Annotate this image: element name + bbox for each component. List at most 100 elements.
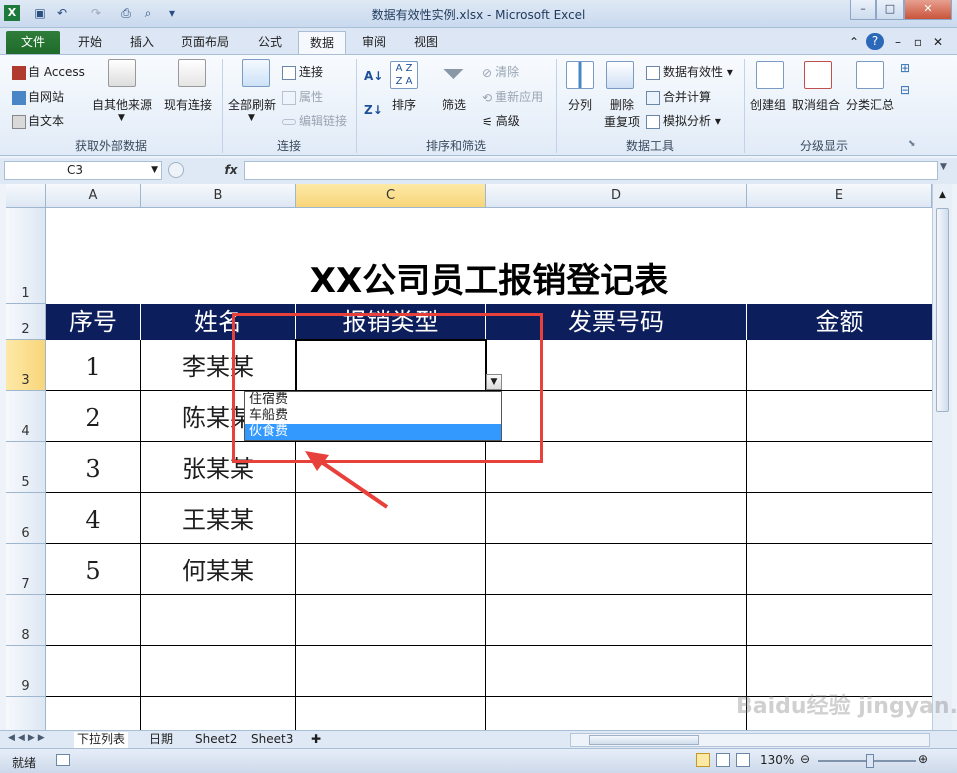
cell-amount[interactable] <box>747 340 932 391</box>
sheet-navigation-icon[interactable]: ◀◀▶▶ <box>8 733 48 743</box>
connections-button[interactable]: 连接 <box>282 63 323 80</box>
cell-empty[interactable] <box>141 646 296 697</box>
ribbon-restore-icon[interactable]: ▫ <box>910 31 926 54</box>
sort-descending-icon[interactable]: Z↓ <box>364 103 383 117</box>
row-header[interactable]: 2 <box>6 304 46 340</box>
consolidate-button[interactable]: 合并计算 <box>646 88 711 105</box>
cell-seq[interactable]: 5 <box>46 544 141 595</box>
cell-invoice[interactable] <box>486 391 747 442</box>
remove-duplicates-button[interactable]: 删除 <box>610 96 634 113</box>
cell-seq[interactable]: 1 <box>46 340 141 391</box>
row-header[interactable]: 9 <box>6 646 46 697</box>
cell-empty[interactable] <box>296 697 486 730</box>
cell-amount[interactable] <box>747 442 932 493</box>
worksheet-grid[interactable]: A B C D E 1 2 3 4 5 6 7 8 9 XX公司员工报销登记表 … <box>6 184 932 730</box>
tab-data[interactable]: 数据 <box>298 31 346 54</box>
column-header-e[interactable]: E <box>747 184 932 208</box>
zoom-slider-thumb[interactable] <box>866 754 874 768</box>
tab-home[interactable]: 开始 <box>68 31 112 54</box>
sheet-tab[interactable]: Sheet3 <box>248 732 296 748</box>
horizontal-scroll-thumb[interactable] <box>589 735 699 745</box>
row-header[interactable]: 1 <box>6 208 46 304</box>
cell-invoice[interactable] <box>486 340 747 391</box>
ribbon-minimize-icon[interactable]: – <box>890 31 906 54</box>
refresh-all-button[interactable]: 全部刷新 <box>228 96 276 113</box>
sort-button[interactable]: 排序 <box>392 96 416 113</box>
clear-button[interactable]: ⊘ 清除 <box>482 63 519 80</box>
cell-seq[interactable]: 3 <box>46 442 141 493</box>
sheet-title[interactable]: XX公司员工报销登记表 <box>46 208 932 304</box>
sheet-tab[interactable]: 日期 <box>146 732 176 748</box>
maximize-button[interactable]: □ <box>876 0 904 20</box>
cell-type[interactable] <box>296 544 486 595</box>
zoom-out-icon[interactable]: ⊖ <box>800 752 810 766</box>
subtotal-button[interactable]: 分类汇总 <box>846 96 894 113</box>
cell-empty[interactable] <box>296 646 486 697</box>
column-header-a[interactable]: A <box>46 184 141 208</box>
tab-review[interactable]: 审阅 <box>352 31 396 54</box>
vertical-scrollbar[interactable]: ▲ <box>932 184 952 730</box>
column-header-c[interactable]: C <box>296 184 486 208</box>
header-cell-seq[interactable]: 序号 <box>46 304 141 340</box>
from-web-button[interactable]: 自网站 <box>12 88 64 105</box>
name-box[interactable]: C3 ▼ <box>4 161 162 180</box>
collapse-ribbon-icon[interactable]: ⌃ <box>846 31 862 54</box>
sheet-tab[interactable]: Sheet2 <box>192 732 240 748</box>
properties-button[interactable]: 属性 <box>282 88 323 105</box>
column-header-b[interactable]: B <box>141 184 296 208</box>
cell-name[interactable]: 张某某 <box>141 442 296 493</box>
help-icon[interactable]: ? <box>866 33 884 50</box>
zoom-in-icon[interactable]: ⊕ <box>918 752 928 766</box>
filter-button[interactable]: 筛选 <box>442 96 466 113</box>
minimize-button[interactable]: – <box>850 0 876 20</box>
expand-formula-bar-icon[interactable]: ▼ <box>940 162 947 172</box>
group-button[interactable]: 创建组 <box>750 96 786 113</box>
insert-function-button[interactable]: fx <box>220 161 242 180</box>
select-all-corner[interactable] <box>6 184 46 208</box>
cell-name[interactable]: 何某某 <box>141 544 296 595</box>
macro-record-icon[interactable] <box>56 754 70 766</box>
dialog-launcher-icon[interactable]: ⬊ <box>908 139 916 149</box>
header-cell-invoice[interactable]: 发票号码 <box>486 304 747 340</box>
tab-formulas[interactable]: 公式 <box>248 31 292 54</box>
text-to-columns-button[interactable]: 分列 <box>568 96 592 113</box>
row-header[interactable]: 4 <box>6 391 46 442</box>
normal-view-icon[interactable] <box>696 753 710 767</box>
tab-view[interactable]: 视图 <box>404 31 448 54</box>
cell-name[interactable]: 王某某 <box>141 493 296 544</box>
cell-empty[interactable] <box>486 697 747 730</box>
cell-empty[interactable] <box>46 595 141 646</box>
sheet-tab-active[interactable]: 下拉列表 <box>74 732 129 748</box>
show-detail-icon[interactable]: ⊞ <box>900 61 910 75</box>
row-header[interactable]: 8 <box>6 595 46 646</box>
dropdown-option-selected[interactable]: 伙食费 <box>245 424 501 440</box>
cell-invoice[interactable] <box>486 442 747 493</box>
scroll-up-icon[interactable]: ▲ <box>933 184 952 206</box>
from-access-button[interactable]: 自 Access <box>12 63 85 80</box>
insert-sheet-icon[interactable]: ✚ <box>308 732 324 748</box>
ungroup-button[interactable]: 取消组合 <box>792 96 840 113</box>
cell-seq[interactable]: 2 <box>46 391 141 442</box>
tab-file[interactable]: 文件 <box>6 31 60 54</box>
row-header[interactable] <box>6 697 46 730</box>
cell-empty[interactable] <box>46 697 141 730</box>
row-header[interactable]: 3 <box>6 340 46 391</box>
zoom-level[interactable]: 130% <box>760 753 794 767</box>
page-break-view-icon[interactable] <box>736 753 750 767</box>
dropdown-option[interactable]: 住宿费 <box>245 392 501 408</box>
active-cell-c3[interactable] <box>295 339 487 392</box>
existing-connections-button[interactable]: 现有连接 <box>164 96 212 113</box>
data-validation-button[interactable]: 数据有效性 ▾ <box>646 63 733 80</box>
cell-amount[interactable] <box>747 544 932 595</box>
cell-invoice[interactable] <box>486 493 747 544</box>
header-cell-amount[interactable]: 金额 <box>747 304 932 340</box>
cell-invoice[interactable] <box>486 544 747 595</box>
tab-insert[interactable]: 插入 <box>120 31 164 54</box>
close-button[interactable]: ✕ <box>904 0 952 20</box>
from-text-button[interactable]: 自文本 <box>12 112 64 129</box>
cell-name[interactable]: 李某某 <box>141 340 296 391</box>
row-header[interactable]: 7 <box>6 544 46 595</box>
header-cell-name[interactable]: 姓名 <box>141 304 296 340</box>
cell-empty[interactable] <box>141 595 296 646</box>
ribbon-close-icon[interactable]: ✕ <box>930 31 946 54</box>
